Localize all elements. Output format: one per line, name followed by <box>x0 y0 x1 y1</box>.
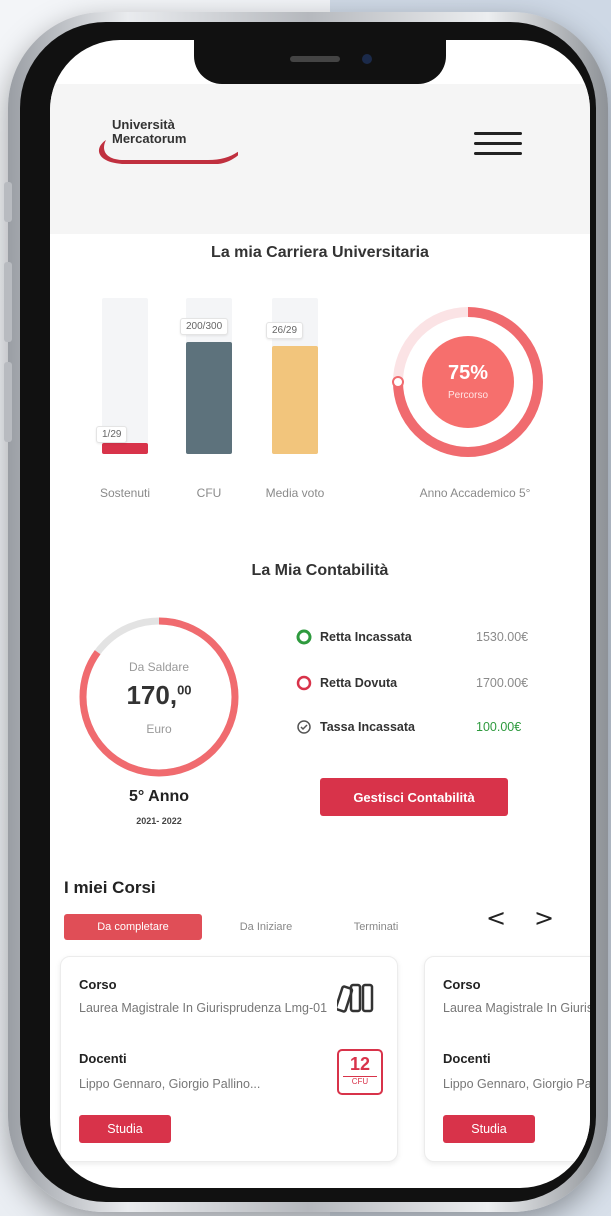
course-name: Laurea Magistrale In Giurisprudenza Lmg-… <box>79 1001 328 1015</box>
study-button[interactable]: Studia <box>79 1115 171 1143</box>
cfu-badge: 12 CFU <box>337 1049 383 1095</box>
check-circle-icon <box>296 629 312 645</box>
check-badge-icon <box>297 720 311 734</box>
manage-accounting-button[interactable]: Gestisci Contabilità <box>320 778 508 816</box>
next-arrow-icon[interactable]: > <box>534 904 554 932</box>
teachers-names: Lippo Gennaro, Giorgio Pallino... <box>79 1077 261 1091</box>
hamburger-menu-icon[interactable] <box>474 132 522 158</box>
balance-amount: 170,00 <box>76 680 242 711</box>
legend-value: 1700.00€ <box>476 676 529 690</box>
career-bar-category-label: Media voto <box>265 486 325 500</box>
legend-value: 1530.00€ <box>476 630 529 644</box>
course-card[interactable]: Corso Laurea Magistrale In Giurisprudenz… <box>424 956 590 1162</box>
course-label: Corso <box>79 977 117 992</box>
volume-up-button <box>4 262 12 342</box>
legend-label: Retta Dovuta <box>320 676 398 690</box>
phone-notch <box>194 40 446 84</box>
legend-value: 100.00€ <box>476 720 522 734</box>
career-bar-category-label: Sostenuti <box>99 486 151 500</box>
logo-line-1: Università <box>112 117 175 132</box>
career-bar-fill <box>272 346 318 454</box>
teachers-names: Lippo Gennaro, Giorgio Pallino... <box>443 1077 590 1091</box>
accounting-title: La Mia Contabilità <box>251 562 389 579</box>
course-name: Laurea Magistrale In Giurisprudenza Lmg-… <box>443 1001 590 1015</box>
previous-arrow-icon[interactable]: < <box>486 904 506 932</box>
mute-switch <box>4 182 12 222</box>
teachers-label: Docenti <box>443 1051 491 1066</box>
balance-amount-cents: 00 <box>177 682 192 698</box>
tab-terminati[interactable]: Terminati <box>328 914 424 940</box>
course-card[interactable]: Corso Laurea Magistrale In Giurisprudenz… <box>60 956 398 1162</box>
speaker <box>290 56 340 62</box>
front-camera <box>362 54 372 64</box>
career-bar-fill <box>186 342 232 454</box>
legend-label: Tassa Incassata <box>320 720 415 734</box>
period-label: 2021- 2022 <box>136 816 182 826</box>
career-bar-value-label: 26/29 <box>266 322 304 339</box>
career-percent-caption: Percorso <box>447 390 488 401</box>
career-percent: 75% <box>447 362 489 384</box>
year-label: 5° Anno <box>128 788 190 805</box>
academic-year-label: Anno Accademico 5° <box>419 486 531 500</box>
books-icon <box>337 983 374 1013</box>
balance-currency: Euro <box>146 722 172 736</box>
tab-da-iniziare[interactable]: Da Iniziare <box>218 914 314 940</box>
cfu-unit: CFU <box>343 1076 377 1086</box>
balance-caption: Da Saldare <box>128 660 190 674</box>
course-label: Corso <box>443 977 481 992</box>
logo-swoosh-icon <box>98 140 238 164</box>
career-bar-value-label: 1/29 <box>96 426 128 443</box>
legend-label: Retta Incassata <box>320 630 412 644</box>
cfu-value: 12 <box>349 1054 371 1074</box>
career-bar-fill <box>102 443 148 454</box>
teachers-label: Docenti <box>79 1051 127 1066</box>
volume-down-button <box>4 362 12 442</box>
app-screen: Università Mercatorum La mia Carriera Un… <box>50 40 590 1188</box>
tab-da-completare[interactable]: Da completare <box>64 914 202 940</box>
career-bar-category-label: CFU <box>196 486 222 500</box>
career-bar-value-label: 200/300 <box>180 318 229 335</box>
study-button[interactable]: Studia <box>443 1115 535 1143</box>
courses-title: I miei Corsi <box>64 878 156 897</box>
balance-amount-value: 170, <box>126 680 178 710</box>
empty-circle-icon <box>296 675 312 691</box>
career-title: La mia Carriera Universitaria <box>211 244 429 261</box>
